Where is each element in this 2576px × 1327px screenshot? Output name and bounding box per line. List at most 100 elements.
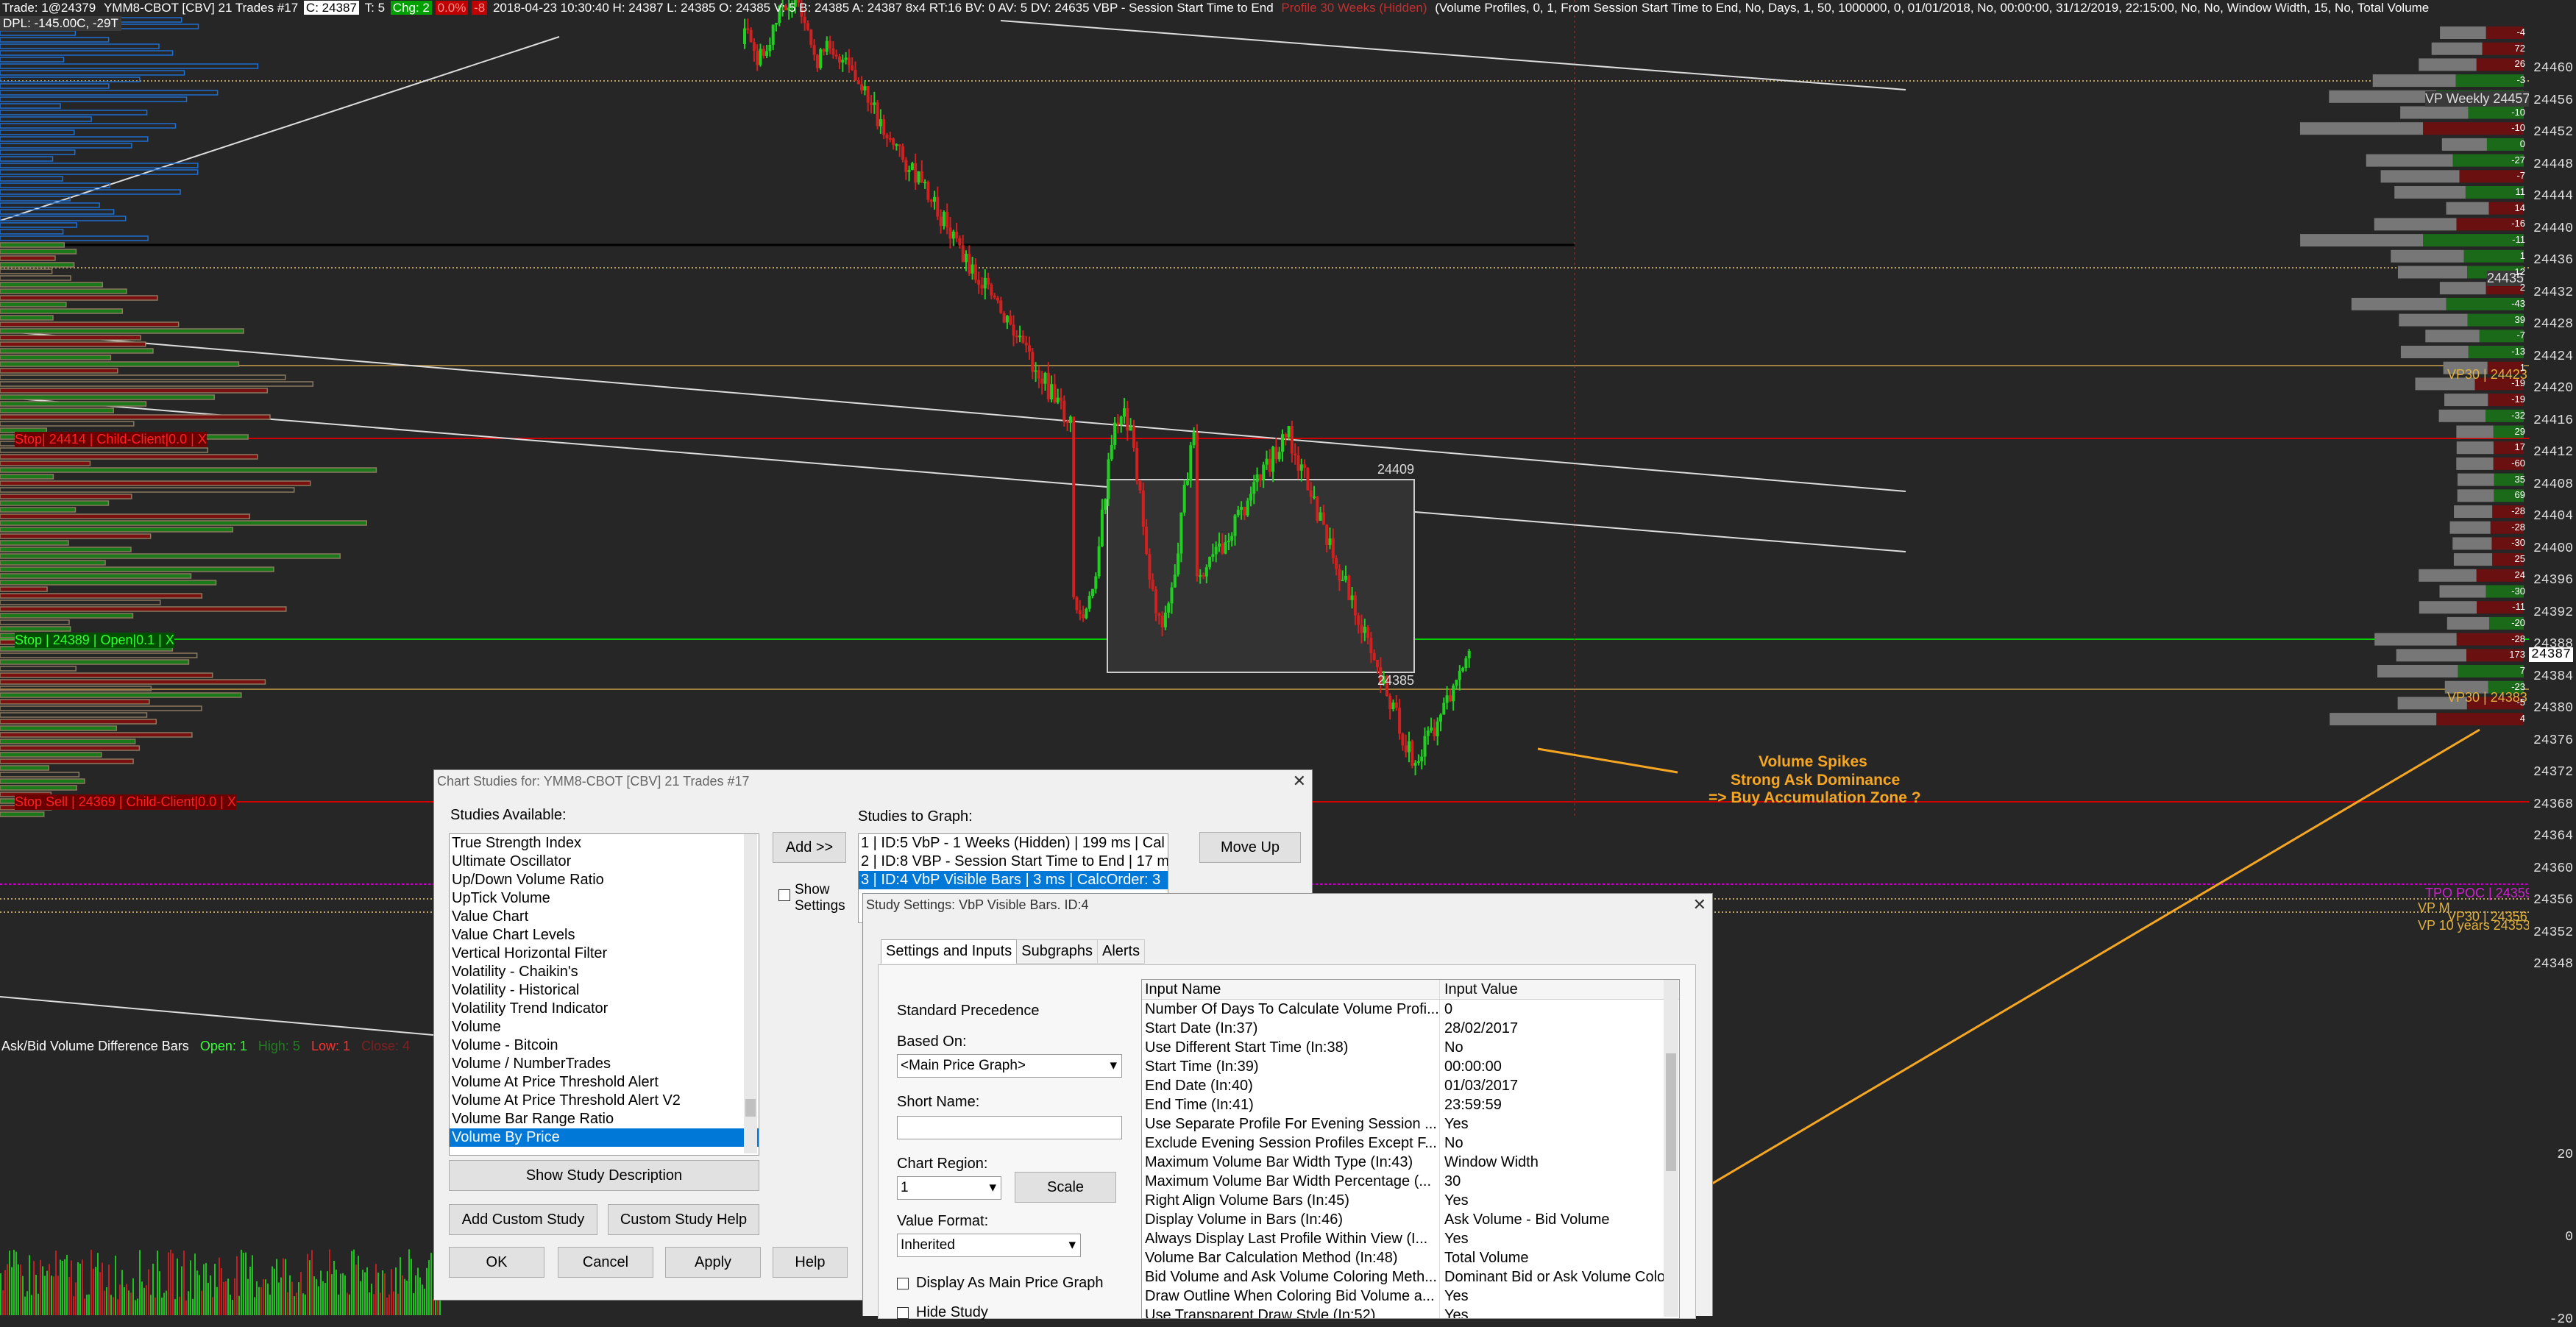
candle-body <box>1230 536 1234 541</box>
volume-profile-bar <box>2441 138 2487 151</box>
input-value[interactable]: 0 <box>1440 1000 1679 1019</box>
input-row[interactable]: Start Date (In:37) 28/02/2017 <box>1142 1019 1679 1038</box>
candle-body <box>1281 434 1284 452</box>
tab-settings-inputs[interactable]: Settings and Inputs <box>881 939 1018 964</box>
input-row[interactable]: Volume Bar Calculation Method (In:48) Tot… <box>1142 1248 1679 1267</box>
input-row[interactable]: Start Time (In:39) 00:00:00 <box>1142 1057 1679 1076</box>
input-row[interactable]: Always Display Last Profile Within View … <box>1142 1229 1679 1248</box>
close-icon[interactable]: ✕ <box>1693 895 1706 914</box>
chart-region-select[interactable]: 1 ▾ <box>897 1176 1001 1200</box>
display-main-checkbox[interactable] <box>897 1278 909 1289</box>
tab-subgraphs[interactable]: Subgraphs <box>1017 939 1098 964</box>
annotation-line-2: Strong Ask Dominance <box>1731 772 1901 789</box>
inputs-scrollbar[interactable] <box>1664 980 1678 1317</box>
price-axis[interactable]: 24460 24456 24452 24448 24444 24440 24436 24432… <box>2528 0 2576 1327</box>
input-row[interactable]: Use Transparent Draw Style (In:52) Yes <box>1142 1306 1679 1318</box>
inputs-table[interactable]: Input Name Input Value Number Of Days To C… <box>1141 979 1680 1319</box>
available-study-item[interactable]: Value Chart Levels <box>450 926 759 944</box>
input-row[interactable]: End Time (In:41) 23:59:59 <box>1142 1095 1679 1114</box>
input-row[interactable]: Draw Outline When Coloring Bid Volume a.… <box>1142 1287 1679 1306</box>
input-value[interactable]: Yes <box>1440 1287 1679 1306</box>
volume-diff-bar <box>192 1298 194 1315</box>
add-custom-study-button[interactable]: Add Custom Study <box>449 1204 597 1235</box>
input-value[interactable]: 23:59:59 <box>1440 1095 1679 1114</box>
available-study-item[interactable]: Up/Down Volume Ratio <box>450 871 759 889</box>
value-format-select[interactable]: Inherited ▾ <box>897 1234 1081 1257</box>
graph-study-item[interactable]: 1 | ID:5 VbP - 1 Weeks (Hidden) | 199 ms… <box>859 834 1168 853</box>
candle-body <box>1056 397 1060 403</box>
available-study-item[interactable]: Volume At Price Threshold Alert V2 <box>450 1092 759 1110</box>
available-study-item[interactable]: Volume Bar Range Ratio <box>450 1110 759 1128</box>
available-study-item[interactable]: Ultimate Oscillator <box>450 853 759 871</box>
stop-order-bottom[interactable]: Stop Sell | 24369 | Child-Client|0.0 | X <box>15 794 236 810</box>
ok-button[interactable]: OK <box>449 1247 544 1278</box>
input-value[interactable]: 30 <box>1440 1172 1679 1191</box>
input-row[interactable]: Display Volume in Bars (In:46) Ask Volume… <box>1142 1210 1679 1229</box>
input-value[interactable]: Total Volume <box>1440 1248 1679 1267</box>
volume-diff-bar <box>245 1252 246 1315</box>
scroll-thumb[interactable] <box>745 1099 756 1117</box>
input-row[interactable]: Number Of Days To Calculate Volume Profi… <box>1142 1000 1679 1019</box>
graph-study-item[interactable]: 2 | ID:8 VBP - Session Start Time to End… <box>859 853 1168 871</box>
based-on-select[interactable]: <Main Price Graph> ▾ <box>897 1054 1122 1078</box>
input-value[interactable]: Yes <box>1440 1191 1679 1210</box>
input-value[interactable]: 28/02/2017 <box>1440 1019 1679 1038</box>
close-icon[interactable]: ✕ <box>1293 772 1306 791</box>
input-value[interactable]: Yes <box>1440 1306 1679 1318</box>
tab-alerts[interactable]: Alerts <box>1097 939 1146 964</box>
input-row[interactable]: End Date (In:40) 01/03/2017 <box>1142 1076 1679 1095</box>
custom-study-help-button[interactable]: Custom Study Help <box>608 1204 759 1235</box>
move-up-button[interactable]: Move Up <box>1199 832 1301 863</box>
change-badge: Chg: 2 <box>390 1 432 15</box>
input-value[interactable]: 00:00:00 <box>1440 1057 1679 1076</box>
available-study-item[interactable]: Volume By Price <box>450 1128 759 1147</box>
input-value[interactable]: No <box>1440 1134 1679 1153</box>
input-value[interactable]: Dominant Bid or Ask Volume Colo... <box>1440 1267 1679 1287</box>
scroll-thumb[interactable] <box>1666 1053 1676 1171</box>
available-study-item[interactable]: True Strength Index <box>450 834 759 853</box>
available-studies-list[interactable]: True Strength Index Ultimate Oscillator Up… <box>449 833 759 1156</box>
input-value[interactable]: Yes <box>1440 1114 1679 1134</box>
available-study-item[interactable]: Volatility Trend Indicator <box>450 1000 759 1018</box>
show-description-button[interactable]: Show Study Description <box>449 1160 759 1191</box>
input-row[interactable]: Use Different Start Time (In:38) No <box>1142 1038 1679 1057</box>
input-row[interactable]: Use Separate Profile For Evening Session… <box>1142 1114 1679 1134</box>
available-study-item[interactable]: Volatility - Historical <box>450 981 759 1000</box>
available-study-item[interactable]: Value Chart <box>450 908 759 926</box>
ladder-value: 2 <box>2519 282 2525 293</box>
input-row[interactable]: Exclude Evening Session Profiles Except … <box>1142 1134 1679 1153</box>
available-scrollbar[interactable] <box>744 834 757 1153</box>
stop-order-top[interactable]: Stop| 24414 | Child-Client|0.0 | X <box>15 432 207 447</box>
input-value[interactable]: Window Width <box>1440 1153 1679 1172</box>
available-study-item[interactable]: Volatility - Chaikin's <box>450 963 759 981</box>
show-settings-checkbox[interactable] <box>778 889 790 901</box>
study-settings-dialog[interactable]: Study Settings: VbP Visible Bars. ID:4 ✕… <box>862 893 1713 1320</box>
stop-order-mid[interactable]: Stop | 24389 | Open|0.1 | X <box>15 633 174 648</box>
input-row[interactable]: Maximum Volume Bar Width Type (In:43) Win… <box>1142 1153 1679 1172</box>
input-value[interactable]: No <box>1440 1038 1679 1057</box>
input-row[interactable]: Right Align Volume Bars (In:45) Yes <box>1142 1191 1679 1210</box>
available-study-item[interactable]: Vertical Horizontal Filter <box>450 944 759 963</box>
apply-button[interactable]: Apply <box>665 1247 761 1278</box>
input-row[interactable]: Bid Volume and Ask Volume Coloring Meth.… <box>1142 1267 1679 1287</box>
graph-study-item[interactable]: 3 | ID:4 VbP Visible Bars | 3 ms | CalcO… <box>859 871 1168 889</box>
hide-study-checkbox[interactable] <box>897 1307 909 1319</box>
short-name-input[interactable] <box>897 1116 1122 1139</box>
help-button[interactable]: Help <box>773 1247 848 1278</box>
input-value[interactable]: Yes <box>1440 1229 1679 1248</box>
available-study-item[interactable]: Volume / NumberTrades <box>450 1055 759 1073</box>
scale-button[interactable]: Scale <box>1015 1172 1116 1203</box>
add-button[interactable]: Add >> <box>773 832 846 863</box>
volume-diff-bar <box>331 1274 333 1315</box>
volume-diff-bar <box>227 1278 229 1315</box>
input-value[interactable]: 01/03/2017 <box>1440 1076 1679 1095</box>
volume-diff-bar <box>309 1260 311 1315</box>
available-study-item[interactable]: Volume - Bitcoin <box>450 1036 759 1055</box>
available-study-item[interactable]: UpTick Volume <box>450 889 759 908</box>
candle-body <box>1104 499 1107 510</box>
input-row[interactable]: Maximum Volume Bar Width Percentage (...… <box>1142 1172 1679 1191</box>
input-value[interactable]: Ask Volume - Bid Volume <box>1440 1210 1679 1229</box>
cancel-button[interactable]: Cancel <box>558 1247 653 1278</box>
available-study-item[interactable]: Volume <box>450 1018 759 1036</box>
available-study-item[interactable]: Volume At Price Threshold Alert <box>450 1073 759 1092</box>
